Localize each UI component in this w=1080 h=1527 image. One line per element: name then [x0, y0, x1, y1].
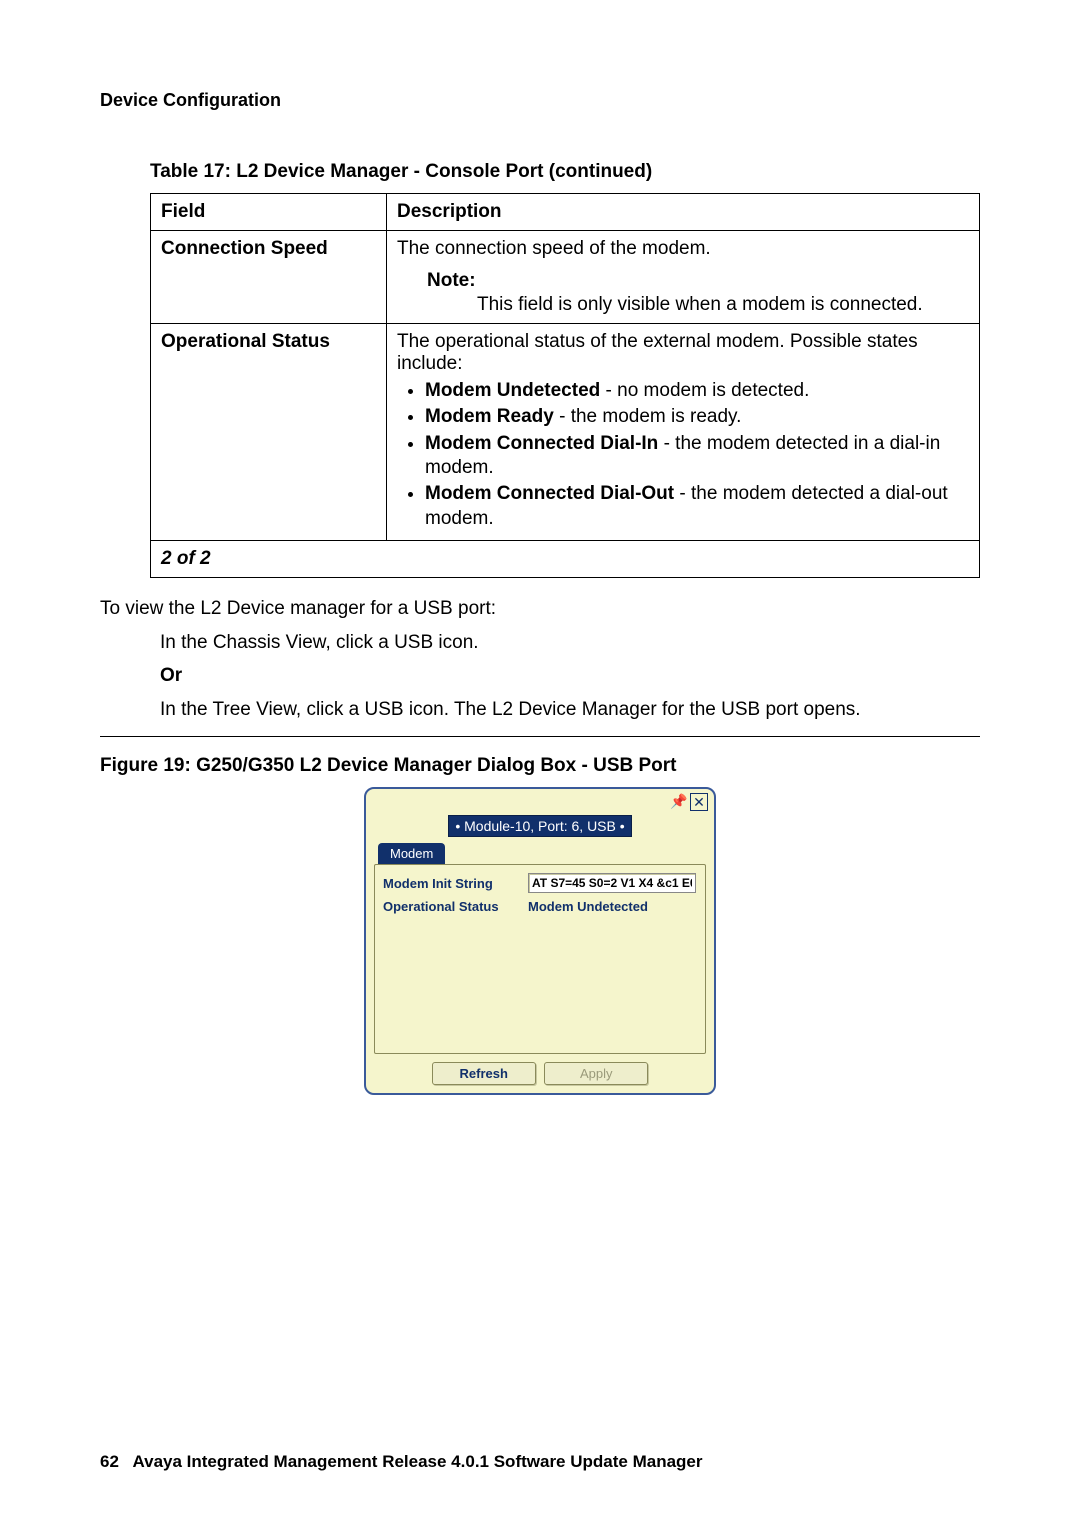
list-item: Modem Ready - the modem is ready.: [425, 405, 969, 429]
tab-modem[interactable]: Modem: [378, 843, 445, 864]
operational-status-label: Operational Status: [383, 899, 528, 914]
table-pager: 2 of 2: [151, 540, 980, 577]
note-label: Note:: [427, 270, 969, 292]
table-pager-row: 2 of 2: [151, 540, 980, 577]
list-item: Modem Undetected - no modem is detected.: [425, 379, 969, 403]
usb-intro: To view the L2 Device manager for a USB …: [100, 596, 980, 622]
note-block: Note: This field is only visible when a …: [427, 270, 969, 316]
note-body: This field is only visible when a modem …: [477, 294, 969, 316]
page-number: 62: [100, 1452, 119, 1471]
status-list: Modem Undetected - no modem is detected.…: [397, 379, 969, 531]
table-row: Operational Status The operational statu…: [151, 324, 980, 541]
modem-init-input[interactable]: [528, 873, 696, 893]
section-header: Device Configuration: [100, 90, 980, 111]
fields-table: Field Description Connection Speed The c…: [150, 193, 980, 578]
field-name: Operational Status: [151, 324, 387, 541]
apply-button: Apply: [544, 1062, 648, 1085]
figure-caption: Figure 19: G250/G350 L2 Device Manager D…: [100, 755, 980, 777]
or-label: Or: [160, 663, 980, 689]
table-caption: Table 17: L2 Device Manager - Console Po…: [150, 161, 980, 183]
desc-intro: The connection speed of the modem.: [397, 238, 711, 259]
usb-step-1: In the Chassis View, click a USB icon.: [160, 630, 980, 656]
page-footer: 62 Avaya Integrated Management Release 4…: [100, 1452, 702, 1472]
desc-intro: The operational status of the external m…: [397, 331, 918, 374]
list-item: Modem Connected Dial-In - the modem dete…: [425, 432, 969, 481]
footer-title: Avaya Integrated Management Release 4.0.…: [132, 1452, 702, 1471]
usb-step-2: In the Tree View, click a USB icon. The …: [160, 697, 980, 723]
field-name: Connection Speed: [151, 231, 387, 324]
col-header-description: Description: [387, 194, 980, 231]
close-icon[interactable]: ✕: [690, 793, 708, 811]
modem-panel: Modem Init String Operational Status Mod…: [374, 864, 706, 1054]
figure-rule: [100, 736, 980, 737]
operational-status-value: Modem Undetected: [528, 899, 648, 914]
table-row: Connection Speed The connection speed of…: [151, 231, 980, 324]
dialog-title: • Module-10, Port: 6, USB •: [448, 815, 631, 837]
field-description: The operational status of the external m…: [387, 324, 980, 541]
refresh-button[interactable]: Refresh: [432, 1062, 536, 1085]
col-header-field: Field: [151, 194, 387, 231]
list-item: Modem Connected Dial-Out - the modem det…: [425, 482, 969, 531]
kv-row: Modem Init String: [383, 873, 697, 893]
pin-icon[interactable]: 📌: [670, 793, 686, 809]
field-description: The connection speed of the modem. Note:…: [387, 231, 980, 324]
modem-init-label: Modem Init String: [383, 876, 528, 891]
dialog-box: 📌 ✕ • Module-10, Port: 6, USB • Modem Mo…: [364, 787, 716, 1095]
kv-row: Operational Status Modem Undetected: [383, 899, 697, 914]
